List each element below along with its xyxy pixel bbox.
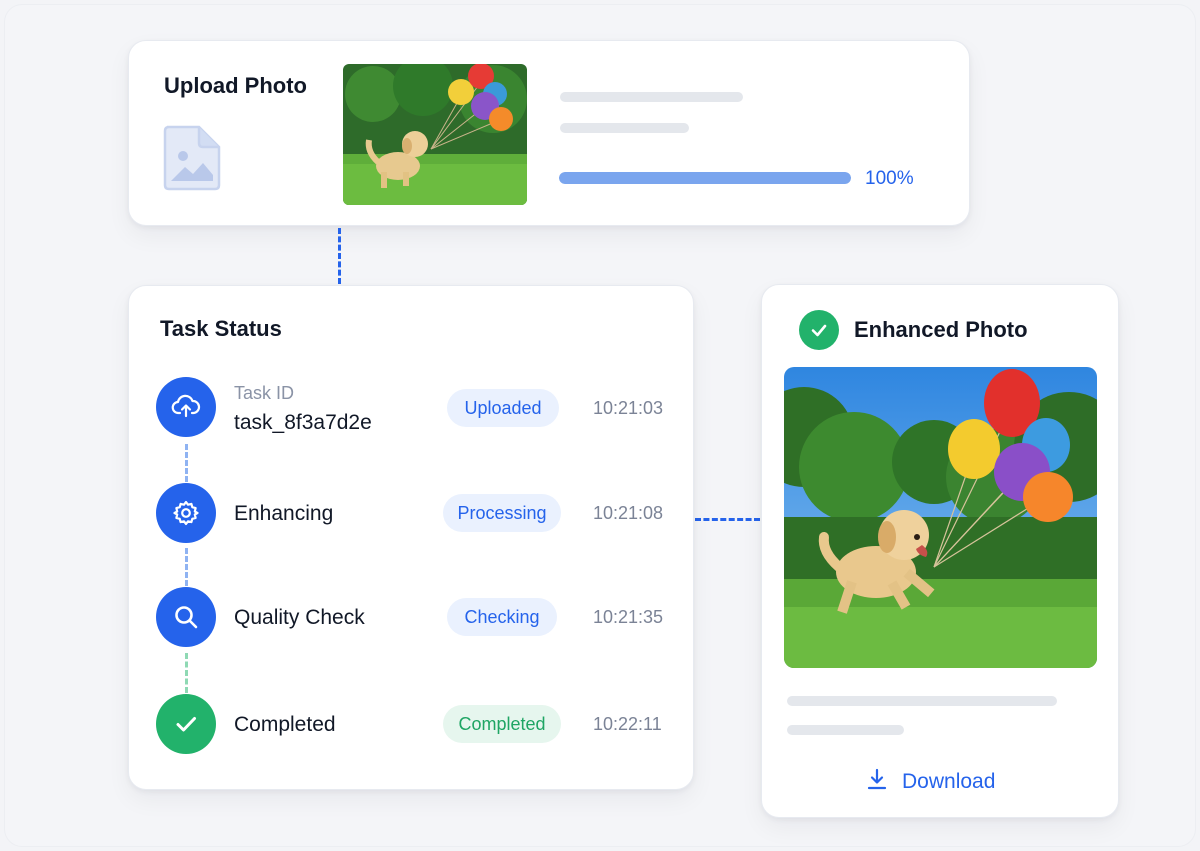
status-badge: Completed bbox=[443, 705, 561, 743]
upload-photo-card: Upload Photo 100% bbox=[128, 40, 970, 226]
download-button[interactable]: Download bbox=[866, 767, 995, 796]
status-badge: Processing bbox=[443, 494, 561, 532]
task-status-card: Task Status Task ID task_8f3a7d2e Upload… bbox=[128, 285, 694, 790]
step-label-completed: Completed bbox=[234, 713, 336, 736]
step-label-quality-check: Quality Check bbox=[234, 606, 365, 629]
task-id-caption: Task ID bbox=[234, 383, 295, 403]
gear-icon bbox=[156, 483, 216, 543]
upload-photo-title: Upload Photo bbox=[164, 73, 307, 98]
step-time: 10:21:03 bbox=[593, 398, 664, 418]
upload-progress-label: 100% bbox=[865, 168, 914, 189]
download-label: Download bbox=[902, 769, 996, 793]
upload-placeholder-line bbox=[560, 123, 689, 133]
step-label-enhancing: Enhancing bbox=[234, 502, 334, 525]
check-circle-icon bbox=[799, 310, 839, 350]
task-id-value: task_8f3a7d2e bbox=[234, 411, 372, 434]
step-time: 10:21:08 bbox=[593, 503, 664, 523]
upload-progress-bar bbox=[559, 172, 851, 184]
uploaded-photo-thumbnail bbox=[343, 64, 527, 205]
task-status-title: Task Status bbox=[160, 316, 282, 341]
download-icon bbox=[866, 767, 888, 796]
enhanced-photo-image bbox=[784, 367, 1097, 668]
connector-line bbox=[338, 228, 341, 284]
search-icon bbox=[156, 587, 216, 647]
enhanced-placeholder-line bbox=[787, 725, 904, 735]
status-badge: Checking bbox=[447, 598, 557, 636]
step-time: 10:22:11 bbox=[593, 714, 662, 734]
enhanced-placeholder-line bbox=[787, 696, 1057, 706]
check-icon bbox=[156, 694, 216, 754]
status-badge: Uploaded bbox=[447, 389, 559, 427]
upload-progress-fill bbox=[559, 172, 851, 184]
upload-placeholder-line bbox=[560, 92, 743, 102]
step-connector bbox=[185, 653, 188, 693]
enhanced-photo-title: Enhanced Photo bbox=[854, 317, 1028, 342]
step-time: 10:21:35 bbox=[593, 607, 664, 627]
connector-line bbox=[695, 518, 760, 521]
enhanced-photo-card: Enhanced Photo Download bbox=[761, 284, 1119, 818]
step-connector bbox=[185, 444, 188, 482]
image-icon[interactable] bbox=[161, 123, 223, 191]
cloud-upload-icon bbox=[156, 377, 216, 437]
step-connector bbox=[185, 548, 188, 586]
